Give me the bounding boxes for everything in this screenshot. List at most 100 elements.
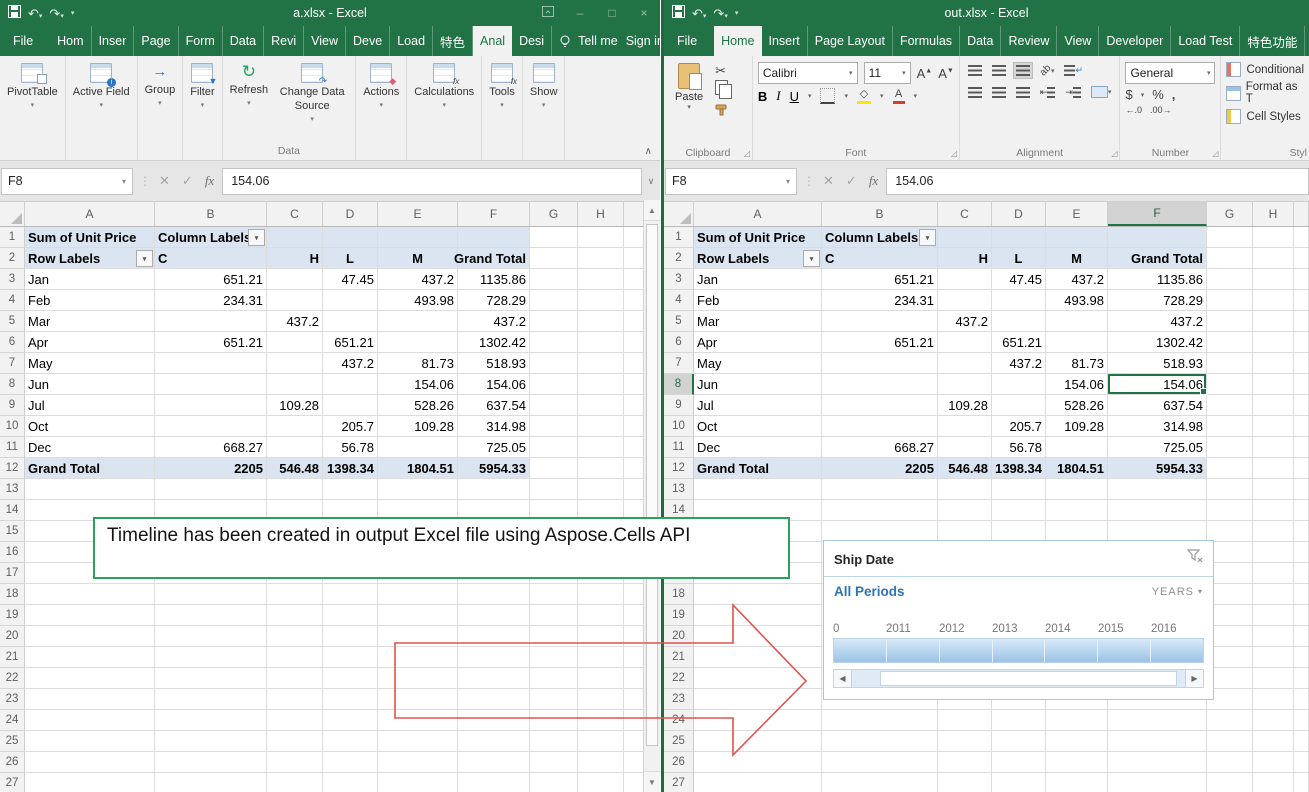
cell-A6[interactable]: Apr — [25, 332, 155, 353]
cell-D7[interactable]: 437.2 — [323, 353, 378, 374]
cell-C6[interactable] — [938, 332, 992, 353]
filter-dropdown-icon[interactable]: ▾ — [803, 250, 820, 267]
cell-G5[interactable] — [1207, 311, 1253, 332]
cell-F12[interactable]: 5954.33 — [458, 458, 530, 479]
row-header-6[interactable]: 6 — [664, 332, 694, 353]
cell-C4[interactable] — [938, 290, 992, 311]
cell-B9[interactable] — [822, 395, 938, 416]
row-header-18[interactable]: 18 — [664, 584, 694, 605]
row-header-1[interactable]: 1 — [0, 227, 25, 248]
number-format-dropdown-icon[interactable]: ▾ — [1207, 69, 1211, 77]
cell-F23[interactable] — [458, 689, 530, 710]
font-dialog-launcher-icon[interactable]: ◿ — [951, 149, 957, 158]
select-all-corner[interactable] — [664, 202, 694, 226]
cell-H1[interactable] — [1253, 227, 1294, 248]
cell-G7[interactable] — [1207, 353, 1253, 374]
cell-B27[interactable] — [155, 773, 267, 792]
cell-C24[interactable] — [938, 710, 992, 731]
cell-H8[interactable] — [578, 374, 624, 395]
cell-H17[interactable] — [1253, 563, 1294, 584]
name-box-dropdown-icon[interactable]: ▾ — [122, 177, 126, 186]
cell-C27[interactable] — [267, 773, 323, 792]
cell-E25[interactable] — [1046, 731, 1108, 752]
cell-B1[interactable]: Column Labels▾ — [822, 227, 938, 248]
cell-F25[interactable] — [458, 731, 530, 752]
cell-E11[interactable] — [378, 437, 458, 458]
row-header-5[interactable]: 5 — [664, 311, 694, 332]
col-header-H[interactable]: H — [1253, 202, 1294, 226]
cell-C13[interactable] — [267, 479, 323, 500]
row-header-20[interactable]: 20 — [664, 626, 694, 647]
cell-G24[interactable] — [530, 710, 578, 731]
row-header-19[interactable]: 19 — [0, 605, 25, 626]
row-header-12[interactable]: 12 — [0, 458, 25, 479]
select-all-corner[interactable] — [0, 202, 25, 226]
cell-D4[interactable] — [992, 290, 1046, 311]
cell-D22[interactable] — [323, 668, 378, 689]
timeline-scroll-thumb[interactable] — [880, 671, 1177, 686]
tab-insert[interactable]: Insert — [762, 26, 808, 56]
cell-A11[interactable]: Dec — [694, 437, 822, 458]
tab-file[interactable]: File — [0, 26, 46, 56]
cell-F13[interactable] — [1108, 479, 1207, 500]
timeline-scroll-gutter[interactable] — [1177, 670, 1185, 687]
filter-dropdown-icon[interactable]: ▾ — [248, 229, 265, 246]
cell-A21[interactable] — [694, 647, 822, 668]
cell-C20[interactable] — [267, 626, 323, 647]
cell-C25[interactable] — [267, 731, 323, 752]
cell-H5[interactable] — [1253, 311, 1294, 332]
row-header-4[interactable]: 4 — [664, 290, 694, 311]
col-header-E[interactable]: E — [378, 202, 458, 226]
cell-H10[interactable] — [1253, 416, 1294, 437]
insert-function-icon[interactable]: fx — [205, 173, 214, 189]
dropdown-icon[interactable]: ▾ — [31, 102, 35, 111]
cell-styles-button[interactable]: Cell Styles — [1226, 109, 1304, 124]
cell-C10[interactable] — [267, 416, 323, 437]
cell-F4[interactable]: 728.29 — [458, 290, 530, 311]
timeline-segment[interactable] — [993, 639, 1046, 662]
cell-E22[interactable] — [378, 668, 458, 689]
cell-A25[interactable] — [25, 731, 155, 752]
cell-D13[interactable] — [992, 479, 1046, 500]
bottom-align-icon[interactable] — [1013, 62, 1033, 79]
cell-C1[interactable] — [938, 227, 992, 248]
cell-H2[interactable] — [1253, 248, 1294, 269]
cell-D8[interactable] — [992, 374, 1046, 395]
cell-B2[interactable]: C — [822, 248, 938, 269]
cell-H18[interactable] — [578, 584, 624, 605]
cell-A4[interactable]: Feb — [694, 290, 822, 311]
tab-revi[interactable]: Revi — [264, 26, 304, 56]
cell-B2[interactable]: C — [155, 248, 267, 269]
cell-E21[interactable] — [378, 647, 458, 668]
tell-me-label[interactable]: Tell me — [578, 34, 618, 48]
cell-G24[interactable] — [1207, 710, 1253, 731]
cell-C9[interactable]: 109.28 — [267, 395, 323, 416]
cell-B23[interactable] — [155, 689, 267, 710]
ribbon-display-options-icon[interactable] — [532, 0, 564, 26]
cell-H20[interactable] — [1253, 626, 1294, 647]
cell-A24[interactable] — [694, 710, 822, 731]
enter-icon[interactable]: ✓ — [182, 173, 193, 189]
cell-E25[interactable] — [378, 731, 458, 752]
cell-A13[interactable] — [694, 479, 822, 500]
cell-G6[interactable] — [530, 332, 578, 353]
cell-D25[interactable] — [992, 731, 1046, 752]
cell-D11[interactable]: 56.78 — [323, 437, 378, 458]
cell-F6[interactable]: 1302.42 — [1108, 332, 1207, 353]
cell-B13[interactable] — [822, 479, 938, 500]
cell-F27[interactable] — [1108, 773, 1207, 792]
number-format-select[interactable]: General ▾ — [1125, 62, 1215, 84]
cell-E23[interactable] — [378, 689, 458, 710]
cell-C3[interactable] — [938, 269, 992, 290]
tab-page[interactable]: Page — [134, 26, 178, 56]
col-header-H[interactable]: H — [578, 202, 624, 226]
cell-E24[interactable] — [1046, 710, 1108, 731]
cell-G10[interactable] — [530, 416, 578, 437]
change-data-source-button[interactable]: ↷Change Data Source▾ — [272, 61, 352, 126]
cell-H24[interactable] — [578, 710, 624, 731]
cell-B11[interactable]: 668.27 — [822, 437, 938, 458]
cell-F3[interactable]: 1135.86 — [458, 269, 530, 290]
timeline-segment[interactable] — [940, 639, 993, 662]
cell-G26[interactable] — [1207, 752, 1253, 773]
cell-H19[interactable] — [578, 605, 624, 626]
